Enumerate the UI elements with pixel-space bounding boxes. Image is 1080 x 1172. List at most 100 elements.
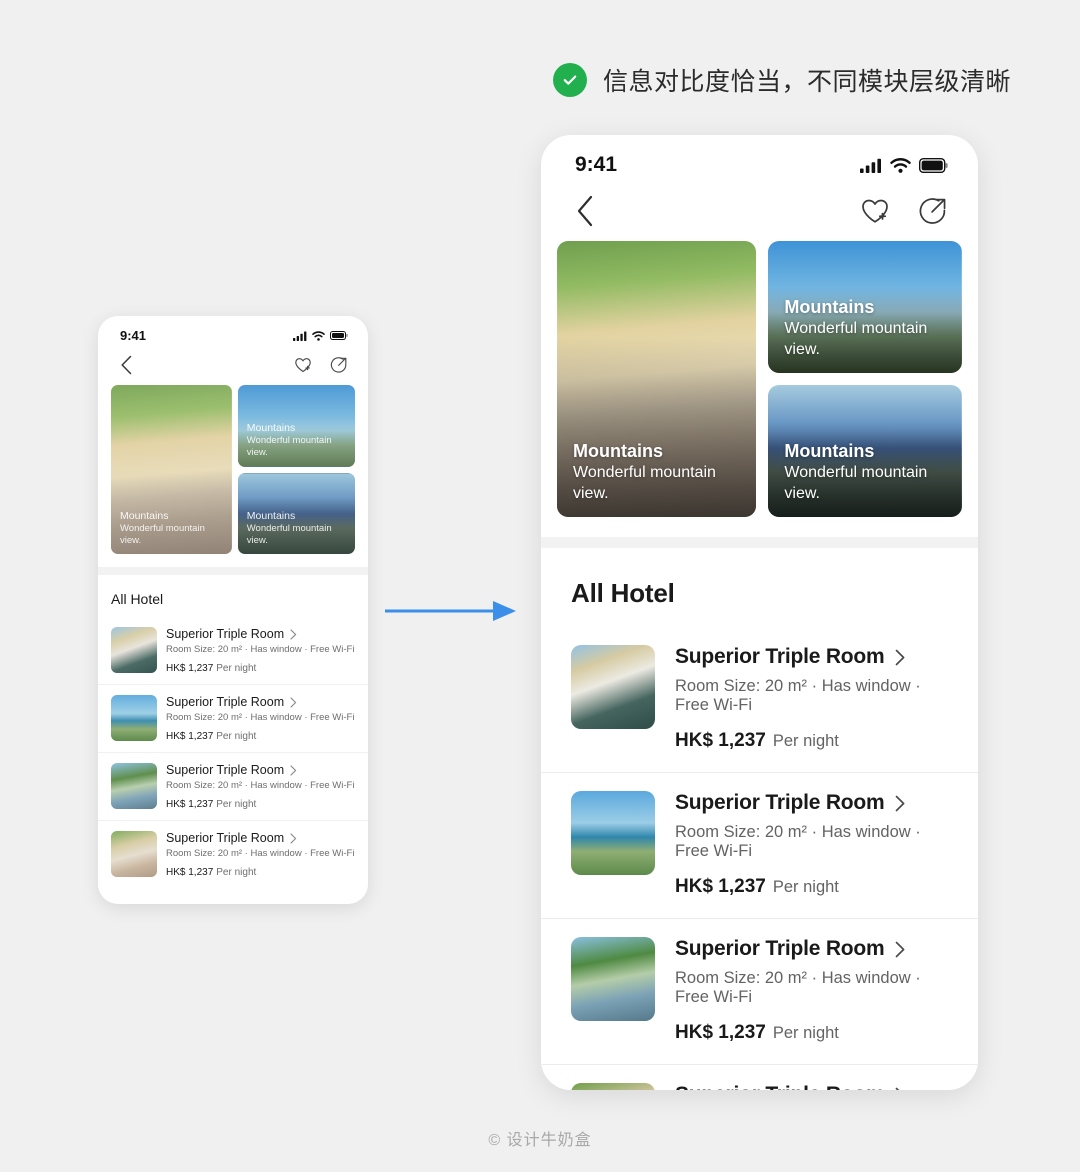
gallery-tile-subtitle: Wonderful mountain view. (784, 464, 928, 502)
room-list-item[interactable]: Superior Triple Room Room Size: 20 m² · … (541, 1064, 978, 1090)
gallery-tile-title: Mountains (784, 297, 875, 318)
room-thumbnail (571, 937, 655, 1021)
gallery-tile-subtitle: Wonderful mountain view. (120, 522, 205, 546)
room-name: Superior Triple Room (166, 695, 285, 709)
gallery-tile[interactable]: Mountains Wonderful mountain view. (237, 385, 355, 467)
section-title: All Hotel (111, 591, 164, 607)
check-circle-icon (553, 63, 587, 97)
room-meta: Room Size: 20 m² · Has window · Free Wi-… (675, 823, 921, 860)
room-thumbnail (571, 1083, 655, 1090)
room-list-item[interactable]: Superior Triple Room Room Size: 20 m² · … (98, 752, 368, 820)
signal-icon (860, 158, 882, 173)
gallery-tile-subtitle: Wonderful mountain view. (246, 435, 332, 459)
back-chevron-icon[interactable] (120, 355, 133, 375)
room-price-unit: Per night (772, 732, 839, 750)
room-meta: Room Size: 20 m² · Has window · Free Wi-… (166, 712, 355, 723)
chevron-right-icon (290, 696, 297, 708)
room-name: Superior Triple Room (166, 763, 285, 777)
chevron-right-icon (290, 832, 297, 844)
annotation-text: 信息对比度恰当，不同模块层级清晰 (603, 68, 1012, 96)
room-thumbnail (111, 831, 157, 877)
status-bar-clock: 9:41 (575, 153, 618, 176)
room-thumbnail (111, 695, 157, 741)
room-price-unit: Per night (216, 731, 257, 742)
footer-credit: © 设计牛奶盒 (488, 1132, 592, 1149)
room-thumbnail (571, 791, 655, 875)
gallery-tile-title: Mountains (120, 509, 169, 522)
section-title: All Hotel (571, 578, 675, 608)
room-list-item[interactable]: Superior Triple Room Room Size: 20 m² · … (98, 820, 368, 888)
nav-bar (541, 177, 978, 241)
room-meta: Room Size: 20 m² · Has window · Free Wi-… (675, 677, 921, 714)
room-price: HK$ 1,237 (675, 1022, 766, 1043)
section-divider-band (541, 537, 978, 548)
gallery-tile-subtitle: Wonderful mountain view. (246, 522, 332, 546)
chevron-right-icon (895, 795, 904, 811)
wifi-icon (890, 157, 911, 173)
flow-arrow-right (385, 600, 517, 622)
gallery-tile-title: Mountains (246, 422, 296, 435)
room-price-unit: Per night (216, 799, 257, 810)
room-list-item[interactable]: Superior Triple Room Room Size: 20 m² · … (541, 627, 978, 772)
status-bar: 9:41 (98, 316, 368, 343)
gallery-tile[interactable]: Mountains Wonderful mountain view. (237, 472, 355, 554)
gallery-tile-subtitle: Wonderful mountain view. (573, 464, 716, 502)
heart-plus-icon[interactable] (294, 356, 312, 374)
room-meta: Room Size: 20 m² · Has window · Free Wi-… (166, 644, 355, 655)
room-list-item[interactable]: Superior Triple Room Room Size: 20 m² · … (98, 684, 368, 752)
room-price: HK$ 1,237 (675, 730, 766, 751)
room-price-unit: Per night (216, 663, 257, 674)
room-price-unit: Per night (772, 878, 839, 896)
chevron-right-icon (895, 649, 904, 665)
battery-icon (919, 157, 948, 173)
room-list-item[interactable]: Superior Triple Room Room Size: 20 m² · … (541, 772, 978, 918)
gallery-tile-title: Mountains (573, 441, 663, 462)
after-design-phone: 9:41 Mountains Wonderful mountain view. … (541, 135, 978, 1090)
room-price: HK$ 1,237 (166, 663, 214, 674)
room-price: HK$ 1,237 (166, 731, 214, 742)
gallery-tile-subtitle: Wonderful mountain view. (784, 320, 928, 358)
room-name: Superior Triple Room (675, 645, 885, 668)
gallery-tile[interactable]: Mountains Wonderful mountain view. (111, 385, 232, 554)
room-price-unit: Per night (772, 1024, 839, 1042)
share-icon[interactable] (918, 196, 948, 226)
gallery-tile[interactable]: Mountains Wonderful mountain view. (557, 241, 757, 517)
gallery-tile[interactable]: Mountains Wonderful mountain view. (768, 241, 962, 373)
room-name: Superior Triple Room (675, 937, 885, 960)
gallery-tile[interactable]: Mountains Wonderful mountain view. (768, 385, 962, 517)
annotation-banner: 信息对比度恰当，不同模块层级清晰 (553, 62, 1011, 98)
image-gallery: Mountains Wonderful mountain view. Mount… (98, 385, 368, 554)
hotel-list-section: All Hotel Superior Triple Room Room Size… (98, 575, 368, 888)
room-price: HK$ 1,237 (675, 876, 766, 897)
room-price: HK$ 1,237 (166, 867, 214, 878)
hotel-list-section: All Hotel Superior Triple Room Room Size… (541, 548, 978, 1090)
room-price: HK$ 1,237 (166, 799, 214, 810)
room-list-item[interactable]: Superior Triple Room Room Size: 20 m² · … (98, 617, 368, 684)
status-bar-clock: 9:41 (120, 328, 147, 343)
room-list-item[interactable]: Superior Triple Room Room Size: 20 m² · … (541, 918, 978, 1064)
chevron-right-icon (895, 1087, 900, 1090)
back-chevron-icon[interactable] (575, 195, 595, 227)
section-divider-band (98, 567, 368, 575)
status-bar: 9:41 (541, 135, 978, 177)
chevron-right-icon (290, 628, 297, 640)
nav-bar (98, 343, 368, 385)
signal-icon (293, 331, 307, 341)
room-thumbnail (111, 627, 157, 673)
room-name: Superior Triple Room (675, 791, 885, 814)
room-thumbnail (111, 763, 157, 809)
room-name: Superior Triple Room (675, 1083, 885, 1090)
room-price-unit: Per night (216, 867, 257, 878)
heart-plus-icon[interactable] (860, 196, 890, 226)
chevron-right-icon (895, 941, 904, 957)
room-meta: Room Size: 20 m² · Has window · Free Wi-… (166, 848, 355, 859)
gallery-tile-title: Mountains (784, 441, 875, 462)
chevron-right-icon (290, 764, 297, 776)
image-gallery: Mountains Wonderful mountain view. Mount… (541, 241, 978, 517)
battery-icon (330, 331, 348, 340)
room-name: Superior Triple Room (166, 627, 285, 641)
gallery-tile-title: Mountains (246, 509, 296, 522)
wifi-icon (312, 330, 325, 341)
share-icon[interactable] (330, 356, 348, 374)
before-design-phone: 9:41 Mountains Wonderful mountain view. … (98, 316, 368, 904)
